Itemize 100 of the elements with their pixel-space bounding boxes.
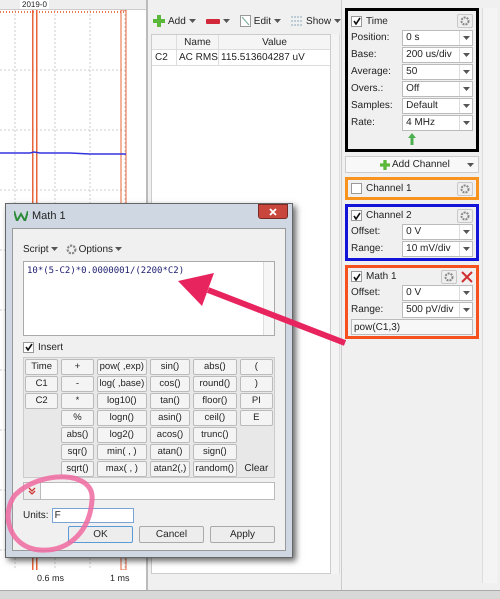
field-label: Position: bbox=[351, 31, 390, 45]
checkbox[interactable] bbox=[23, 342, 34, 352]
key-button[interactable]: trunc() bbox=[192, 427, 237, 443]
field-label: Units: bbox=[23, 508, 49, 522]
key-button[interactable]: + bbox=[61, 359, 94, 375]
key-button[interactable]: atan2(,) bbox=[150, 461, 190, 477]
caret-icon bbox=[334, 19, 342, 23]
dialog-button[interactable]: Cancel bbox=[139, 526, 204, 543]
caret-icon bbox=[462, 308, 470, 312]
gear-button[interactable] bbox=[457, 208, 473, 222]
field-label: Average: bbox=[351, 65, 392, 79]
menu-button[interactable]: Script bbox=[23, 242, 58, 256]
add-channel-button[interactable]: Add Channel bbox=[345, 156, 479, 173]
key-button[interactable]: log2() bbox=[96, 427, 148, 443]
key-button[interactable]: sqr() bbox=[61, 444, 94, 460]
field-label: Rate: bbox=[351, 116, 376, 130]
key-button[interactable]: log( ,base) bbox=[96, 376, 148, 392]
dropdown[interactable]: 200 us/div bbox=[402, 46, 473, 62]
key-button[interactable]: ceil() bbox=[192, 410, 237, 426]
key-button[interactable]: cos() bbox=[150, 376, 190, 392]
close-button[interactable] bbox=[258, 204, 288, 219]
key-button[interactable]: - bbox=[61, 376, 94, 392]
list-icon bbox=[291, 16, 304, 26]
dialog-button[interactable]: Apply bbox=[210, 526, 275, 543]
toolbar-button[interactable]: Add bbox=[151, 13, 198, 29]
checkbox[interactable] bbox=[351, 271, 362, 282]
group-title: Time bbox=[366, 14, 389, 28]
key-button[interactable]: ) bbox=[240, 376, 273, 392]
dropdown[interactable]: 0 s bbox=[402, 30, 473, 46]
formula-input[interactable] bbox=[23, 482, 275, 500]
dropdown[interactable]: 10 mV/div bbox=[402, 240, 473, 256]
field-label: Base: bbox=[351, 48, 378, 62]
key-button[interactable]: PI bbox=[240, 393, 273, 409]
key-button[interactable]: abs() bbox=[61, 427, 94, 443]
key-button[interactable]: pow( ,exp) bbox=[96, 359, 148, 375]
key-button[interactable]: sin() bbox=[150, 359, 190, 375]
key-button[interactable]: random() bbox=[192, 461, 237, 477]
dropdown[interactable]: Off bbox=[402, 80, 473, 96]
key-button[interactable]: C1 bbox=[25, 376, 58, 392]
toolbar-button[interactable]: Show bbox=[289, 13, 344, 29]
axis-label: 1 ms bbox=[110, 572, 130, 586]
chevron-down-icon bbox=[28, 487, 36, 495]
close-icon[interactable] bbox=[461, 270, 473, 282]
checkbox-label: Insert bbox=[38, 340, 64, 354]
key-button[interactable]: * bbox=[61, 393, 94, 409]
date-field[interactable]: 2019-0 bbox=[20, 0, 49, 9]
key-button[interactable]: round() bbox=[192, 376, 237, 392]
dialog-button[interactable]: OK bbox=[68, 526, 133, 543]
key-button[interactable]: tan() bbox=[150, 393, 190, 409]
dropdown[interactable]: Default bbox=[402, 98, 473, 114]
gear-icon bbox=[66, 244, 77, 254]
key-button[interactable]: log10() bbox=[96, 393, 148, 409]
menu-button[interactable]: Options bbox=[66, 242, 122, 256]
key-button[interactable]: asin() bbox=[150, 410, 190, 426]
caret-icon bbox=[462, 120, 470, 124]
scrollbar[interactable] bbox=[263, 262, 274, 335]
checkbox[interactable] bbox=[351, 16, 362, 26]
toolbar-button[interactable]: Edit bbox=[238, 13, 284, 29]
gear-button[interactable] bbox=[457, 182, 473, 196]
table-cell-text: 115.513604287 uV bbox=[220, 51, 306, 65]
key-button[interactable]: atan() bbox=[150, 444, 190, 460]
scrollbar[interactable] bbox=[331, 34, 340, 574]
caret-icon bbox=[467, 162, 474, 166]
group-title: Channel 2 bbox=[366, 209, 413, 223]
key-button[interactable]: acos() bbox=[150, 427, 190, 443]
key-button[interactable]: E bbox=[240, 410, 273, 426]
field-label: Range: bbox=[351, 242, 384, 256]
caret-icon bbox=[50, 247, 58, 251]
column-header: Value bbox=[261, 36, 288, 49]
checkbox[interactable] bbox=[351, 183, 362, 194]
key-button[interactable]: ( bbox=[240, 359, 273, 375]
key-button[interactable]: Time bbox=[25, 359, 58, 375]
minus-icon bbox=[206, 18, 220, 24]
dropdown[interactable]: 50 bbox=[402, 64, 473, 80]
key-button[interactable]: min( , ) bbox=[96, 444, 148, 460]
clear-button[interactable]: Clear bbox=[240, 460, 273, 476]
units-field[interactable]: F bbox=[52, 508, 134, 522]
field-label: Range: bbox=[351, 303, 384, 317]
dropdown[interactable]: 500 pV/div bbox=[402, 302, 473, 318]
gear-button[interactable] bbox=[441, 270, 457, 284]
key-button[interactable]: floor() bbox=[192, 393, 237, 409]
dropdown[interactable]: 0 V bbox=[402, 284, 473, 300]
column-header: Name bbox=[177, 35, 219, 49]
dropdown[interactable]: 4 MHz bbox=[402, 114, 473, 130]
dropdown[interactable]: 0 V bbox=[402, 224, 473, 240]
field-label: Overs.: bbox=[351, 82, 384, 96]
caret-icon bbox=[462, 230, 470, 234]
checkbox[interactable] bbox=[351, 210, 362, 221]
up-arrow-icon[interactable] bbox=[408, 133, 416, 145]
app-logo-icon bbox=[14, 211, 28, 221]
caret-icon bbox=[274, 19, 282, 23]
key-button[interactable]: % bbox=[61, 410, 94, 426]
key-button[interactable]: abs() bbox=[192, 359, 237, 375]
key-button[interactable]: C2 bbox=[25, 393, 58, 409]
formula-field[interactable]: pow(C1,3) bbox=[351, 319, 473, 335]
key-button[interactable]: sign() bbox=[192, 444, 237, 460]
key-button[interactable]: max( , ) bbox=[96, 461, 148, 477]
gear-button[interactable] bbox=[457, 14, 473, 28]
key-button[interactable]: sqrt() bbox=[61, 461, 94, 477]
key-button[interactable]: logn() bbox=[96, 410, 148, 426]
